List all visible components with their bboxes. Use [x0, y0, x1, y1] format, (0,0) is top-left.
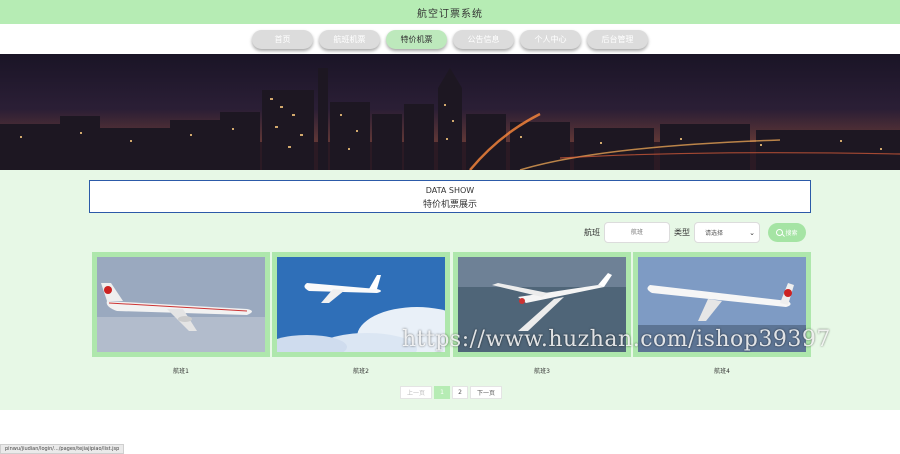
- card-label[interactable]: 航班3: [453, 366, 631, 375]
- search-bar: 航班 类型 请选择 ⌄ 搜索: [584, 222, 806, 243]
- page-2-button[interactable]: 2: [452, 386, 468, 399]
- section-title-en: DATA SHOW: [425, 186, 475, 195]
- nav-announcements[interactable]: 公告信息: [453, 29, 514, 49]
- nav-flights[interactable]: 航班机票: [319, 29, 380, 49]
- pagination: 上一页 1 2 下一页: [400, 386, 502, 399]
- next-page-button[interactable]: 下一页: [470, 386, 502, 399]
- nav-home[interactable]: 首页: [252, 29, 313, 49]
- nav-personal-center[interactable]: 个人中心: [520, 29, 581, 49]
- card-label[interactable]: 航班1: [92, 366, 270, 375]
- plane-photo: [97, 257, 265, 352]
- type-select[interactable]: 请选择 ⌄: [694, 222, 760, 243]
- search-icon: [776, 229, 784, 236]
- page-1-button[interactable]: 1: [434, 386, 450, 399]
- hero-banner: [0, 54, 900, 170]
- prev-page-button[interactable]: 上一页: [400, 386, 432, 399]
- flight-input[interactable]: [604, 222, 670, 243]
- nav-special-tickets[interactable]: 特价机票: [386, 29, 447, 49]
- section-title-cn: 特价机票展示: [422, 200, 477, 210]
- app-title: 航空订票系统: [417, 8, 483, 20]
- watermark: https://www.huzhan.com/ishop39397: [402, 327, 831, 352]
- ticket-card[interactable]: [92, 252, 270, 357]
- main-nav: 首页 航班机票 特价机票 公告信息 个人中心 后台管理: [0, 24, 900, 54]
- header-bar: 航空订票系统: [0, 0, 900, 24]
- city-night-image: [0, 54, 900, 170]
- search-button-label: 搜索: [785, 230, 798, 237]
- browser-status-bar: pinwu/jiudian/login/.../pages/tejiajipia…: [0, 444, 125, 454]
- type-label: 类型: [674, 228, 690, 237]
- card-label[interactable]: 航班2: [272, 366, 450, 375]
- search-button[interactable]: 搜索: [768, 223, 806, 242]
- flight-label: 航班: [584, 228, 600, 237]
- type-select-value: 请选择: [705, 230, 724, 237]
- section-header: DATA SHOW 特价机票展示: [89, 180, 811, 213]
- chevron-down-icon: ⌄: [749, 228, 755, 237]
- card-label[interactable]: 航班4: [633, 366, 811, 375]
- content-area: DATA SHOW 特价机票展示 航班 类型 请选择 ⌄ 搜索: [0, 170, 900, 410]
- nav-admin[interactable]: 后台管理: [587, 29, 648, 49]
